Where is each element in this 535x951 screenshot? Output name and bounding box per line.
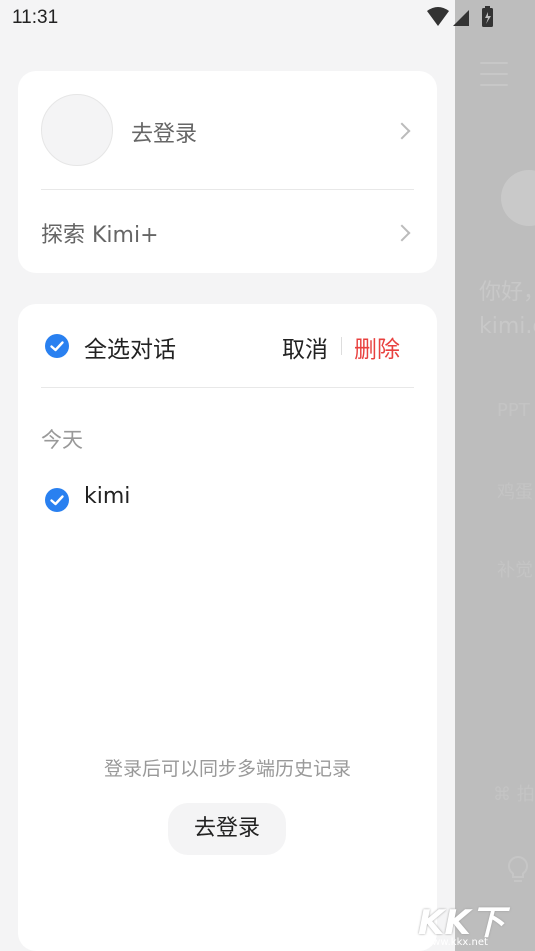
login-label[interactable]: 去登录: [131, 116, 197, 148]
background-chat-overlay[interactable]: 你好， kimi.c PPT 鸡蛋 补觉 ⌘ 拍: [455, 0, 535, 951]
suggestion-item: PPT: [497, 400, 530, 421]
check-icon: [50, 495, 64, 506]
watermark-url: www.kkx.net: [424, 937, 488, 948]
chevron-right-icon: [393, 122, 411, 140]
status-icons: [427, 6, 493, 27]
assistant-avatar: [501, 170, 535, 226]
section-today: 今天: [41, 428, 83, 452]
chevron-right-icon: [393, 224, 411, 242]
suggestion-item: 补觉: [497, 560, 533, 581]
avatar[interactable]: [41, 94, 113, 166]
vertical-separator: [341, 337, 342, 355]
subtitle-text: kimi.c: [479, 314, 535, 339]
lightbulb-icon: [507, 855, 529, 882]
greeting-text: 你好，: [479, 280, 535, 305]
select-all-label[interactable]: 全选对话: [84, 330, 176, 364]
check-icon: [50, 341, 64, 352]
side-drawer: 去登录 探索 Kimi+ 全选对话 取消 删除 今天 kimi 登录后可以同步多…: [0, 36, 455, 951]
select-all-checkbox[interactable]: [45, 334, 69, 358]
explore-kimi-plus-label[interactable]: 探索 Kimi+: [41, 217, 159, 249]
signal-icon: [453, 10, 469, 26]
delete-button[interactable]: 删除: [354, 330, 400, 364]
scan-hint: ⌘ 拍: [493, 780, 535, 806]
status-time: 11:31: [12, 7, 59, 28]
watermark-logo: KK下载 www.kkx.net: [418, 895, 535, 951]
cancel-button[interactable]: 取消: [282, 330, 328, 364]
item-checkbox[interactable]: [45, 488, 69, 512]
suggestion-item: 鸡蛋: [497, 482, 533, 503]
login-button[interactable]: 去登录: [168, 803, 286, 855]
sync-hint: 登录后可以同步多端历史记录: [103, 758, 351, 780]
scan-hint-label: 拍: [516, 784, 535, 805]
menu-icon: [480, 62, 508, 95]
divider: [41, 387, 414, 388]
divider: [41, 189, 414, 190]
status-bar: 11:31: [0, 0, 455, 36]
chat-title[interactable]: kimi: [84, 484, 130, 509]
wifi-icon: [427, 7, 449, 26]
scan-icon: ⌘: [493, 784, 511, 805]
history-card: 全选对话 取消 删除 今天 kimi 登录后可以同步多端历史记录 去登录: [18, 304, 437, 951]
profile-card: 去登录 探索 Kimi+: [18, 71, 437, 273]
